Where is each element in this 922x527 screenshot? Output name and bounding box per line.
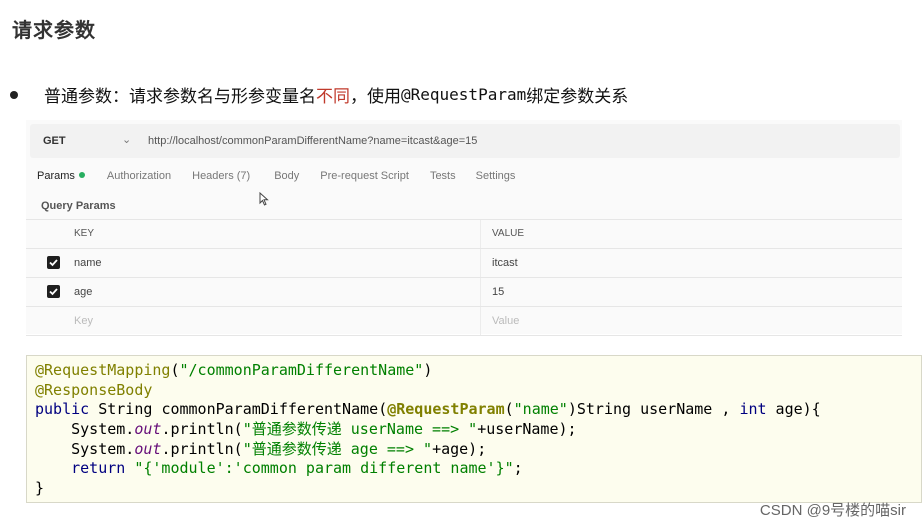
param-key[interactable]: age <box>74 286 92 298</box>
new-value-input[interactable]: Value <box>492 315 519 327</box>
request-bar: GET ⌄ http://localhost/commonParamDiffer… <box>30 124 900 158</box>
keyword: return <box>35 459 126 478</box>
string-literal: "普通参数传递 age ==> " <box>242 439 433 458</box>
bullet-text-2: ，使用 <box>350 87 401 107</box>
request-tabs: Params Authorization Headers (7) Body Pr… <box>37 170 515 182</box>
checkmark-icon <box>49 288 58 296</box>
checkbox[interactable] <box>47 256 60 269</box>
column-header-value: VALUE <box>492 228 525 239</box>
code-text: +userName); <box>477 420 577 439</box>
code-line: @ResponseBody <box>35 381 921 401</box>
code-text: } <box>35 479 45 498</box>
tab-headers[interactable]: Headers (7) <box>192 170 250 182</box>
keyword: public <box>35 400 90 419</box>
static-field: out <box>134 439 162 458</box>
page-title: 请求参数 <box>12 18 96 42</box>
bullet-icon <box>10 90 18 99</box>
tab-params[interactable]: Params <box>37 170 85 182</box>
chevron-down-icon[interactable]: ⌄ <box>122 133 131 146</box>
code-line: System.out.println("普通参数传递 age ==> "+age… <box>35 440 921 460</box>
code-text: +age); <box>432 439 487 458</box>
method-select[interactable]: GET <box>43 135 66 147</box>
url-input[interactable]: http://localhost/commonParamDifferentNam… <box>148 135 477 147</box>
bullet-code: @RequestParam <box>401 85 527 104</box>
code-text: age){ <box>766 400 821 419</box>
query-params-title: Query Params <box>41 200 116 212</box>
code-text: .println( <box>161 420 243 439</box>
bullet-highlight: 不同 <box>316 87 350 107</box>
postman-request-panel: GET ⌄ http://localhost/commonParamDiffer… <box>26 120 902 336</box>
keyword: int <box>739 400 767 419</box>
annotation: @RequestMapping <box>35 361 171 379</box>
static-field: out <box>134 420 162 439</box>
tab-body[interactable]: Body <box>274 170 299 182</box>
annotation: @ResponseBody <box>35 380 153 399</box>
code-text: String userName , <box>576 400 740 419</box>
active-dot-icon <box>78 172 85 178</box>
new-key-input[interactable]: Key <box>74 315 93 327</box>
string-literal: "name" <box>513 400 568 419</box>
code-line: System.out.println("普通参数传递 userName ==> … <box>35 420 921 440</box>
tab-authorization[interactable]: Authorization <box>107 170 171 182</box>
code-line: return "{'module':'common param differen… <box>35 459 921 479</box>
annotation: @RequestParam <box>387 400 505 419</box>
code-line: @RequestMapping("/commonParamDifferentNa… <box>35 361 433 379</box>
type-name: String <box>98 400 153 419</box>
column-header-key: KEY <box>74 228 95 239</box>
table-row: name itcast <box>26 249 902 278</box>
code-text: ; <box>513 459 523 478</box>
code-line: } <box>35 479 921 499</box>
query-params-table: KEY VALUE name itcast age 15 Key Value <box>26 219 902 336</box>
tab-settings[interactable]: Settings <box>476 170 516 182</box>
checkbox[interactable] <box>47 285 60 298</box>
mouse-cursor-icon <box>259 192 269 206</box>
string-literal: "普通参数传递 userName ==> " <box>242 420 478 439</box>
param-value[interactable]: 15 <box>492 286 504 298</box>
string-literal: "{'module':'common param different name'… <box>134 459 514 478</box>
checkmark-icon <box>49 259 58 267</box>
table-row: age 15 <box>26 278 902 307</box>
tab-tests[interactable]: Tests <box>430 170 456 182</box>
table-header-row: KEY VALUE <box>26 220 902 249</box>
code-text: System. <box>35 439 135 458</box>
string-literal: "/commonParamDifferentName" <box>179 361 424 379</box>
code-text: .println( <box>161 439 243 458</box>
tab-label: Params <box>37 170 75 182</box>
table-row-empty: Key Value <box>26 307 902 336</box>
code-line: public String commonParamDifferentName(@… <box>35 400 821 419</box>
watermark: CSDN @9号楼的喵sir <box>759 502 906 519</box>
description-bullet: 普通参数：请求参数名与形参变量名 不同 ，使用 @RequestParam 绑定… <box>10 82 628 107</box>
bullet-text-3: 绑定参数关系 <box>526 87 629 107</box>
method-name: commonParamDifferentName <box>161 400 379 419</box>
code-text: System. <box>35 420 135 439</box>
param-value[interactable]: itcast <box>492 257 518 269</box>
param-key[interactable]: name <box>74 257 102 269</box>
tab-pre-request-script[interactable]: Pre-request Script <box>320 170 409 182</box>
bullet-text-1: 普通参数：请求参数名与形参变量名 <box>44 87 316 107</box>
code-block: @RequestMapping("/commonParamDifferentNa… <box>26 355 922 503</box>
